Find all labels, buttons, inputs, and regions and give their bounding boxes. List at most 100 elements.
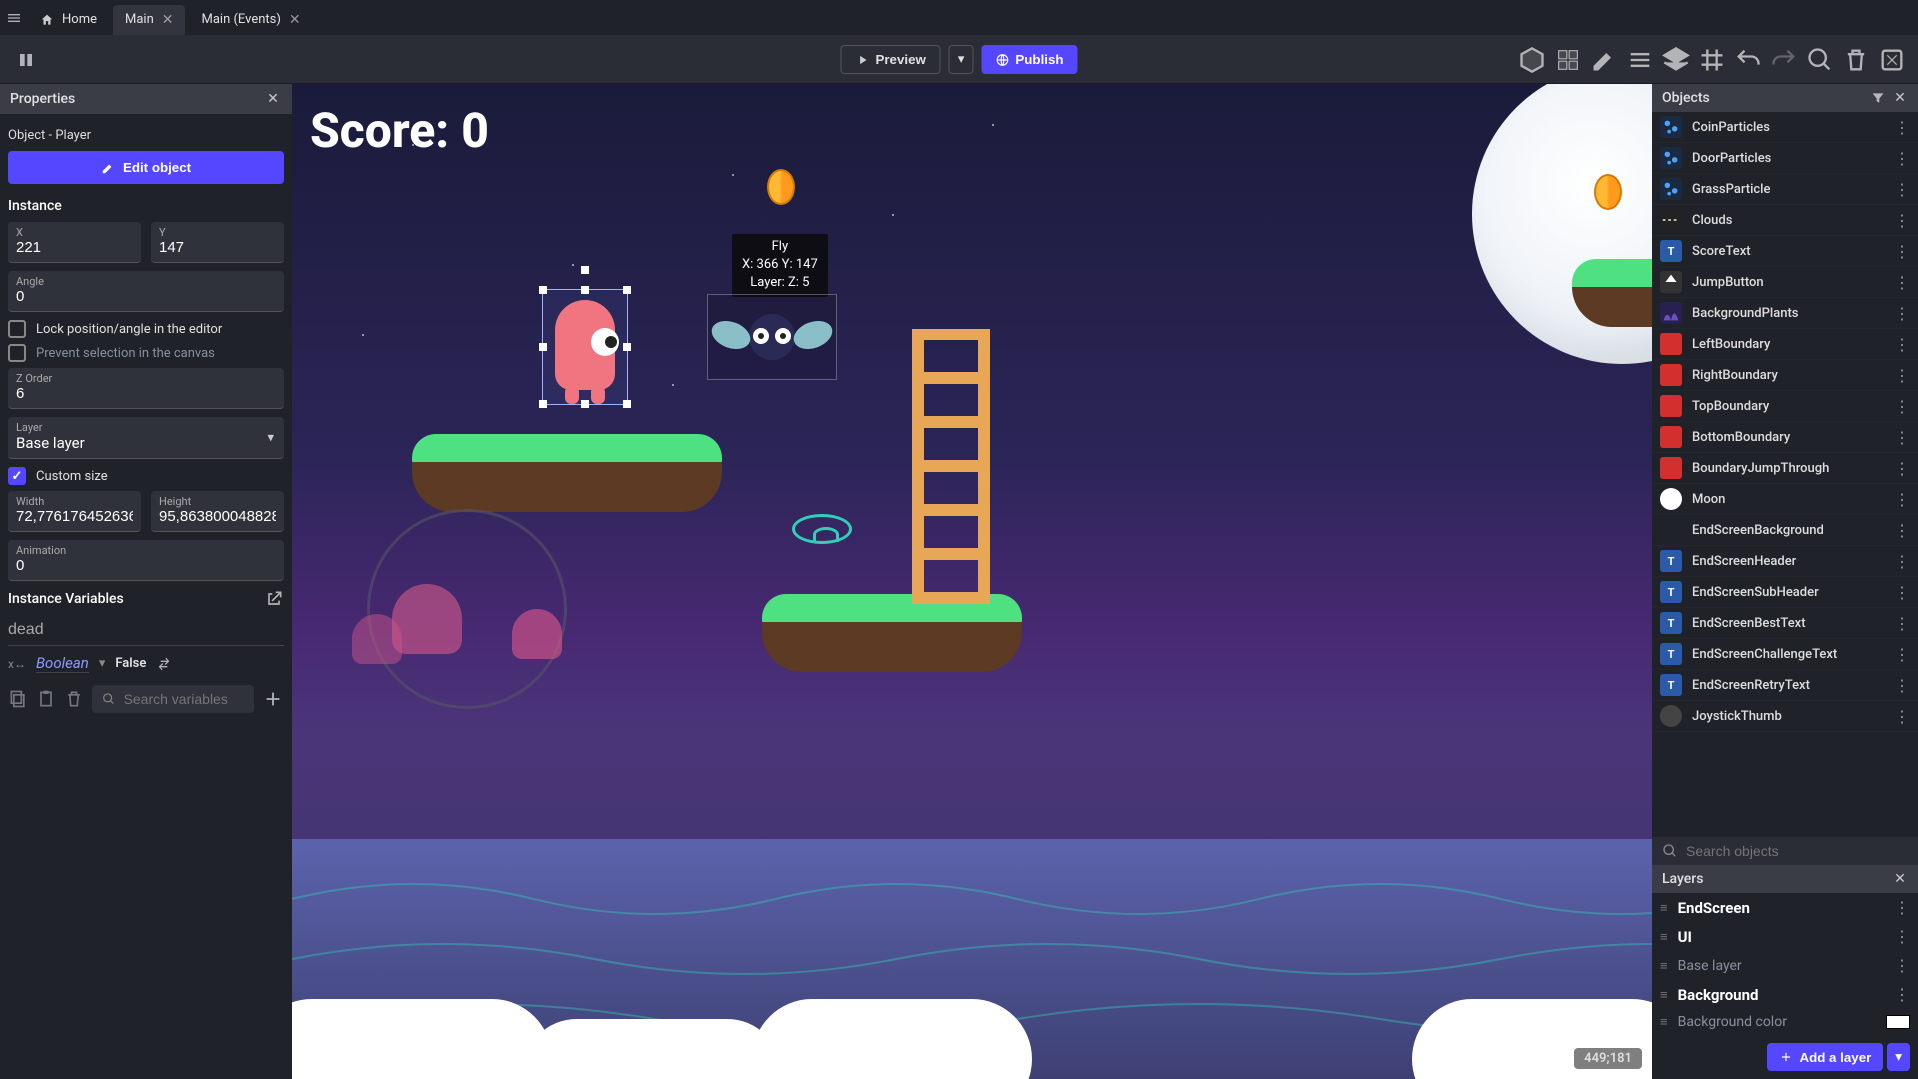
height-input[interactable]: [159, 508, 276, 525]
object-row-LeftBoundary[interactable]: LeftBoundary⋮: [1652, 329, 1918, 360]
add-layer-dropdown[interactable]: ▾: [1887, 1043, 1910, 1071]
close-tab-icon[interactable]: ✕: [162, 12, 174, 28]
layer-menu-icon[interactable]: ⋮: [1894, 927, 1910, 946]
delete-icon[interactable]: [1842, 46, 1870, 74]
close-properties-icon[interactable]: ✕: [264, 90, 282, 108]
search-vars-field[interactable]: [92, 685, 254, 713]
add-object-icon[interactable]: [1518, 46, 1546, 74]
layer-row-endscreen[interactable]: ≡EndScreen⋮: [1652, 893, 1918, 922]
drag-handle-icon[interactable]: ≡: [1660, 900, 1668, 916]
add-var-icon[interactable]: [262, 688, 284, 710]
var-type[interactable]: Boolean: [36, 654, 89, 673]
layer-row-background-color[interactable]: ≡Background color: [1652, 1009, 1918, 1035]
close-tab-icon[interactable]: ✕: [289, 12, 301, 28]
object-menu-icon[interactable]: ⋮: [1894, 118, 1910, 137]
preview-button[interactable]: Preview: [840, 45, 940, 74]
object-menu-icon[interactable]: ⋮: [1894, 521, 1910, 540]
object-row-EndScreenBestText[interactable]: TEndScreenBestText⋮: [1652, 608, 1918, 639]
drag-handle-icon[interactable]: ≡: [1660, 1014, 1668, 1030]
object-row-EndScreenSubHeader[interactable]: TEndScreenSubHeader⋮: [1652, 577, 1918, 608]
close-objects-icon[interactable]: ✕: [1892, 90, 1908, 106]
width-input[interactable]: [16, 508, 133, 525]
object-row-BottomBoundary[interactable]: BottomBoundary⋮: [1652, 422, 1918, 453]
object-menu-icon[interactable]: ⋮: [1894, 614, 1910, 633]
resize-handle[interactable]: [539, 400, 547, 408]
filter-objects-icon[interactable]: [1870, 90, 1886, 106]
layer-row-base-layer[interactable]: ≡Base layer⋮: [1652, 951, 1918, 980]
undo-icon[interactable]: [1734, 46, 1762, 74]
object-row-RightBoundary[interactable]: RightBoundary⋮: [1652, 360, 1918, 391]
scene-canvas[interactable]: Score: 0 Fly X: 366 Y: 147 Layer: Z: 5: [292, 84, 1652, 1079]
height-field[interactable]: Height: [151, 491, 284, 532]
object-row-JumpButton[interactable]: JumpButton⋮: [1652, 267, 1918, 298]
zorder-field[interactable]: Z Order: [8, 368, 284, 409]
object-row-DoorParticles[interactable]: DoorParticles⋮: [1652, 143, 1918, 174]
resize-handle[interactable]: [539, 343, 547, 351]
close-layers-icon[interactable]: ✕: [1892, 871, 1908, 887]
drag-handle-icon[interactable]: ≡: [1660, 958, 1668, 974]
selection-box[interactable]: [542, 289, 628, 405]
layer-menu-icon[interactable]: ⋮: [1894, 985, 1910, 1004]
object-row-Clouds[interactable]: Clouds⋮: [1652, 205, 1918, 236]
layers-icon[interactable]: [1662, 46, 1690, 74]
fly-bbox[interactable]: [707, 294, 837, 380]
panel-toggle-button[interactable]: [12, 46, 40, 74]
object-menu-icon[interactable]: ⋮: [1894, 707, 1910, 726]
angle-field[interactable]: Angle: [8, 271, 284, 312]
paste-var-icon[interactable]: [36, 689, 56, 709]
edit-icon[interactable]: [1590, 46, 1618, 74]
resize-handle[interactable]: [623, 286, 631, 294]
object-row-BackgroundPlants[interactable]: BackgroundPlants⋮: [1652, 298, 1918, 329]
tab-home[interactable]: Home: [28, 5, 109, 35]
object-row-Moon[interactable]: Moon⋮: [1652, 484, 1918, 515]
object-menu-icon[interactable]: ⋮: [1894, 304, 1910, 323]
resize-handle[interactable]: [581, 400, 589, 408]
object-row-EndScreenHeader[interactable]: TEndScreenHeader⋮: [1652, 546, 1918, 577]
layer-row-background[interactable]: ≡Background⋮: [1652, 980, 1918, 1009]
object-menu-icon[interactable]: ⋮: [1894, 366, 1910, 385]
rotate-handle[interactable]: [581, 266, 589, 274]
resize-handle[interactable]: [623, 343, 631, 351]
layer-menu-icon[interactable]: ⋮: [1894, 898, 1910, 917]
open-vars-icon[interactable]: [264, 589, 284, 609]
object-row-BoundaryJumpThrough[interactable]: BoundaryJumpThrough⋮: [1652, 453, 1918, 484]
object-menu-icon[interactable]: ⋮: [1894, 428, 1910, 447]
animation-input[interactable]: [16, 557, 276, 574]
custom-size-row[interactable]: Custom size: [8, 467, 284, 485]
object-row-EndScreenRetryText[interactable]: TEndScreenRetryText⋮: [1652, 670, 1918, 701]
zoom-icon[interactable]: [1806, 46, 1834, 74]
add-layer-button[interactable]: Add a layer: [1767, 1043, 1883, 1071]
lock-checkbox-row[interactable]: Lock position/angle in the editor: [8, 320, 284, 338]
y-input[interactable]: [159, 239, 276, 256]
search-objects-input[interactable]: [1686, 843, 1908, 859]
redo-icon[interactable]: [1770, 46, 1798, 74]
width-field[interactable]: Width: [8, 491, 141, 532]
search-vars-input[interactable]: [124, 691, 244, 707]
object-menu-icon[interactable]: ⋮: [1894, 335, 1910, 354]
angle-input[interactable]: [16, 288, 276, 305]
object-menu-icon[interactable]: ⋮: [1894, 273, 1910, 292]
resize-handle[interactable]: [623, 400, 631, 408]
edit-object-button[interactable]: Edit object: [8, 151, 284, 184]
object-menu-icon[interactable]: ⋮: [1894, 583, 1910, 602]
var-toggle-icon[interactable]: [156, 656, 172, 672]
prevent-checkbox[interactable]: [8, 344, 26, 362]
object-row-JoystickThumb[interactable]: JoystickThumb⋮: [1652, 701, 1918, 732]
object-row-EndScreenBackground[interactable]: EndScreenBackground⋮: [1652, 515, 1918, 546]
object-row-CoinParticles[interactable]: CoinParticles⋮: [1652, 112, 1918, 143]
main-menu-button[interactable]: [0, 4, 28, 32]
resize-handle[interactable]: [581, 286, 589, 294]
grid-icon[interactable]: [1698, 46, 1726, 74]
object-menu-icon[interactable]: ⋮: [1894, 180, 1910, 199]
lock-checkbox[interactable]: [8, 320, 26, 338]
object-row-ScoreText[interactable]: TScoreText⋮: [1652, 236, 1918, 267]
x-field[interactable]: X: [8, 222, 141, 263]
settings-icon[interactable]: [1878, 46, 1906, 74]
x-input[interactable]: [16, 239, 133, 256]
custom-size-checkbox[interactable]: [8, 467, 26, 485]
object-menu-icon[interactable]: ⋮: [1894, 552, 1910, 571]
object-row-GrassParticle[interactable]: GrassParticle⋮: [1652, 174, 1918, 205]
object-menu-icon[interactable]: ⋮: [1894, 397, 1910, 416]
layer-color-chip[interactable]: [1886, 1015, 1910, 1029]
layer-row-ui[interactable]: ≡UI⋮: [1652, 922, 1918, 951]
